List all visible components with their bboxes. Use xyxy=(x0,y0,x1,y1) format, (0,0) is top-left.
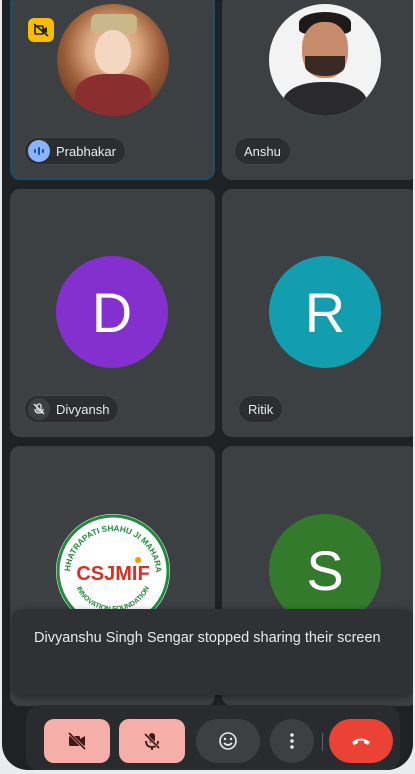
name-chip: Anshu xyxy=(234,137,291,165)
emoji-icon xyxy=(219,732,237,750)
participant-name: Ritik xyxy=(248,401,274,417)
speaking-indicator-icon xyxy=(28,140,50,162)
avatar: R xyxy=(269,256,381,368)
name-chip: Divyansh xyxy=(24,395,120,423)
svg-text:CSJMIF: CSJMIF xyxy=(76,563,149,585)
toast-message: Divyanshu Singh Sengar stopped sharing t… xyxy=(34,630,381,646)
reactions-button[interactable] xyxy=(196,719,260,763)
avatar: D xyxy=(56,256,168,368)
participant-video-anshu xyxy=(269,4,381,116)
participant-tile-divyansh[interactable]: D Divyansh xyxy=(10,189,215,437)
notification-toast: Divyanshu Singh Sengar stopped sharing t… xyxy=(12,609,413,695)
participant-tile-ritik[interactable]: R Ritik xyxy=(222,189,413,437)
participant-tile-anshu[interactable]: Anshu xyxy=(222,0,413,180)
divider xyxy=(322,733,323,751)
name-chip: Ritik xyxy=(238,395,284,423)
participant-name: Prabhakar xyxy=(56,143,116,159)
name-chip: Prabhakar xyxy=(24,137,126,165)
camera-toggle-button[interactable] xyxy=(44,719,110,763)
participant-video-prabhakar xyxy=(57,4,169,116)
call-controls-bar xyxy=(26,705,400,770)
mic-off-icon xyxy=(28,398,50,420)
end-call-icon xyxy=(352,738,370,745)
mic-off-icon xyxy=(143,732,161,750)
camera-off-icon xyxy=(67,731,87,751)
camera-off-badge-icon xyxy=(28,18,54,42)
end-call-button[interactable] xyxy=(329,719,393,763)
participant-name: Anshu xyxy=(244,143,281,159)
participant-name: Divyansh xyxy=(56,401,110,417)
participant-tile-prabhakar[interactable]: Prabhakar xyxy=(10,0,215,180)
meeting-screen: Prabhakar Anshu D Divyansh R Ritik HHATR… xyxy=(2,0,413,770)
mic-toggle-button[interactable] xyxy=(119,719,185,763)
more-vertical-icon xyxy=(290,733,294,749)
more-options-button[interactable] xyxy=(270,719,314,763)
